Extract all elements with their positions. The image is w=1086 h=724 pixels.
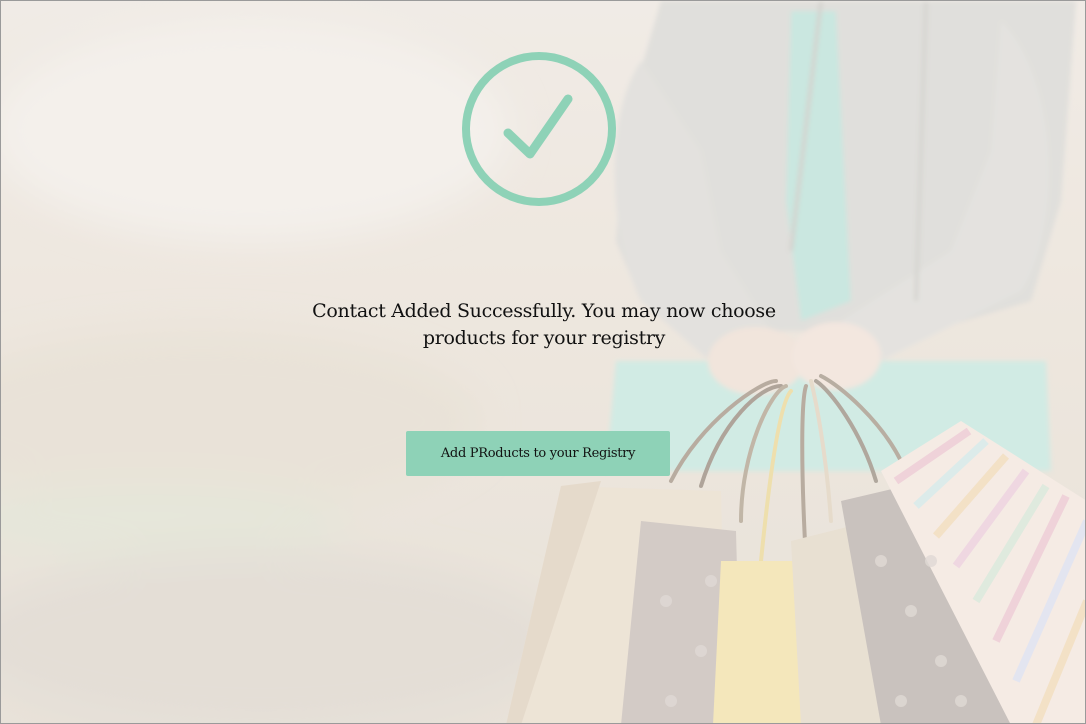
confirmation-screen: Contact Added Successfully. You may now … [0, 0, 1086, 724]
success-message: Contact Added Successfully. You may now … [312, 300, 776, 349]
checkmark-circle-icon [460, 51, 618, 209]
add-products-button[interactable]: Add PRoducts to your Registry [406, 431, 670, 476]
